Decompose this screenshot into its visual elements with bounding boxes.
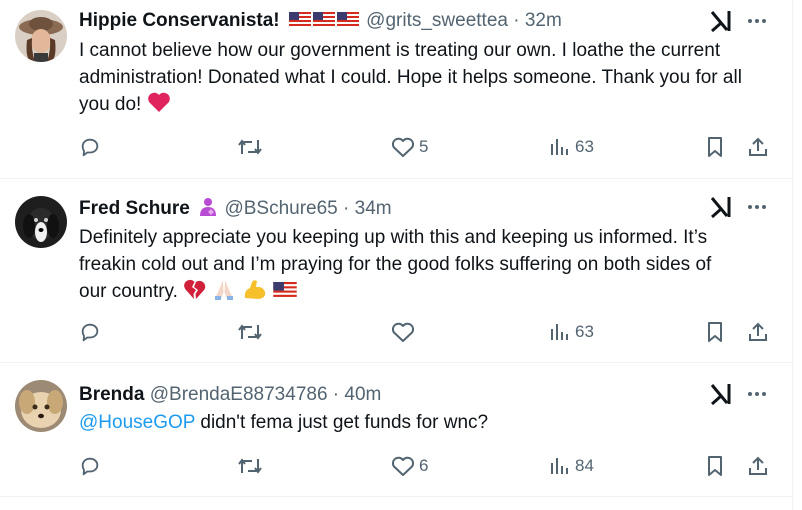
like-button[interactable]: 6 xyxy=(391,451,428,481)
more-options-icon[interactable] xyxy=(745,10,769,32)
handle[interactable]: @BSchure65 xyxy=(224,198,337,219)
us-flag-icon xyxy=(336,12,359,27)
us-flag-icon xyxy=(288,12,311,27)
more-options-icon[interactable] xyxy=(745,383,769,405)
reply-icon xyxy=(81,323,99,342)
us-flag-icon xyxy=(312,12,335,27)
like-count: 6 xyxy=(419,456,429,475)
reply-button[interactable] xyxy=(79,451,105,481)
timestamp[interactable]: · 40m xyxy=(333,384,382,405)
tweet-text-content: I cannot believe how our government is t… xyxy=(79,40,742,115)
share-button[interactable] xyxy=(747,317,769,347)
tweet-item[interactable]: Fred Schure @BSchure65 · 34m Definitely … xyxy=(0,179,792,362)
timestamp[interactable]: · 32m xyxy=(513,10,562,31)
tweet-actions: 5 63 xyxy=(0,132,792,162)
like-icon xyxy=(391,456,415,476)
share-icon xyxy=(749,322,767,341)
timestamp[interactable]: · 34m xyxy=(343,198,392,219)
display-name[interactable]: Fred Schure xyxy=(79,198,190,219)
reply-icon xyxy=(81,138,99,157)
tweet-item[interactable]: Hippie Conservanista! @grits_sweettea · … xyxy=(0,0,792,178)
tweet-actions: 63 xyxy=(0,317,792,347)
views-button[interactable]: 63 xyxy=(549,132,594,162)
tweet-header: Fred Schure @BSchure65 · 34m xyxy=(79,196,392,220)
like-button[interactable]: 5 xyxy=(391,132,428,162)
avatar[interactable] xyxy=(15,196,67,248)
broken-heart-icon xyxy=(184,279,206,299)
tweet-text: I cannot believe how our government is t… xyxy=(79,37,749,118)
repost-button[interactable] xyxy=(237,451,267,481)
like-icon xyxy=(391,137,415,157)
share-button[interactable] xyxy=(747,132,769,162)
repost-button[interactable] xyxy=(237,132,267,162)
repost-icon xyxy=(238,458,262,474)
tweet-text-content: didn't fema just get funds for wnc? xyxy=(195,412,489,433)
tweet-text: @HouseGOP didn't fema just get funds for… xyxy=(79,409,749,436)
grok-icon[interactable] xyxy=(709,196,733,218)
view-count: 63 xyxy=(575,322,594,341)
tweet-feed: Hippie Conservanista! @grits_sweettea · … xyxy=(0,0,792,510)
tweet-text-line: freakin cold out and I’m praying for the… xyxy=(79,254,712,275)
grok-icon[interactable] xyxy=(709,383,733,405)
bookmark-button[interactable] xyxy=(705,317,725,347)
views-icon xyxy=(551,139,568,155)
reply-icon xyxy=(81,457,99,476)
tweet-text-line: our country. xyxy=(79,281,178,302)
bookmark-icon xyxy=(708,322,722,342)
divider xyxy=(0,496,792,497)
handle[interactable]: @BrendaE88734786 xyxy=(150,384,328,405)
feed-border xyxy=(792,0,793,510)
share-icon xyxy=(749,456,767,475)
bookmark-button[interactable] xyxy=(705,451,725,481)
reply-button[interactable] xyxy=(79,132,105,162)
bookmark-icon xyxy=(708,456,722,476)
like-count: 5 xyxy=(419,137,429,156)
tweet-text-line: Definitely appreciate you keeping up wit… xyxy=(79,227,708,248)
handle[interactable]: @grits_sweettea xyxy=(366,10,508,31)
repost-icon xyxy=(238,139,262,155)
us-flag-icon xyxy=(273,282,297,298)
display-name[interactable]: Brenda xyxy=(79,384,144,405)
share-button[interactable] xyxy=(747,451,769,481)
tweet-text: Definitely appreciate you keeping up wit… xyxy=(79,224,749,305)
tweet-header: Brenda @BrendaE88734786 · 40m xyxy=(79,383,381,407)
more-options-icon[interactable] xyxy=(745,196,769,218)
like-icon xyxy=(391,322,415,342)
repost-button[interactable] xyxy=(237,317,267,347)
grok-icon[interactable] xyxy=(709,10,733,32)
reply-button[interactable] xyxy=(79,317,105,347)
views-button[interactable]: 63 xyxy=(549,317,594,347)
red-heart-icon xyxy=(147,92,170,112)
tweet-text-line-emojis: our country. xyxy=(79,278,749,305)
tweet-header: Hippie Conservanista! @grits_sweettea · … xyxy=(79,9,562,33)
views-icon xyxy=(551,324,568,340)
views-icon xyxy=(551,458,568,474)
bookmark-button[interactable] xyxy=(705,132,725,162)
share-icon xyxy=(749,137,767,156)
name-flag-badges xyxy=(288,10,366,31)
praying-hands-icon xyxy=(215,280,234,300)
avatar[interactable] xyxy=(15,380,67,432)
tweet-item[interactable]: Brenda @BrendaE88734786 · 40m @HouseGOP … xyxy=(0,363,792,510)
view-count: 84 xyxy=(575,456,594,475)
tweet-actions: 6 84 xyxy=(0,451,792,481)
like-button[interactable] xyxy=(391,317,419,347)
views-button[interactable]: 84 xyxy=(549,451,594,481)
display-name[interactable]: Hippie Conservanista! xyxy=(79,10,280,31)
flexed-biceps-icon xyxy=(244,280,265,299)
mention-link[interactable]: @HouseGOP xyxy=(79,412,195,433)
avatar[interactable] xyxy=(15,10,67,62)
repost-icon xyxy=(238,324,262,340)
bookmark-icon xyxy=(708,137,722,157)
view-count: 63 xyxy=(575,137,594,156)
person-badge-icon xyxy=(200,198,217,216)
